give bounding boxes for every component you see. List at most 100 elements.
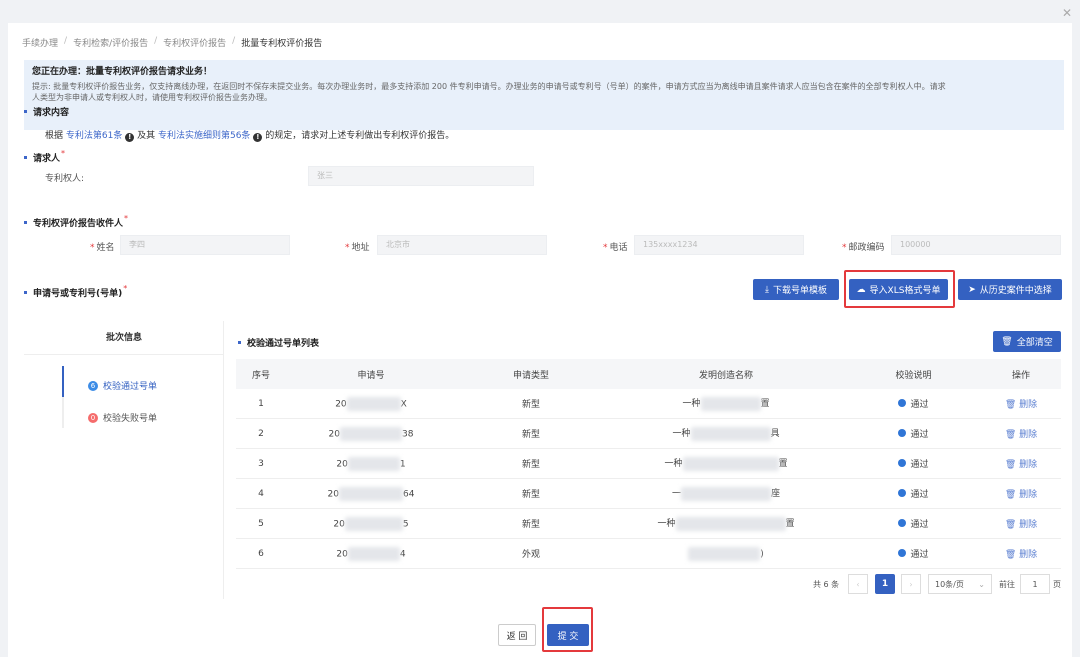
patentee-label: 专利权人:	[45, 174, 85, 184]
validation-status: 通过	[846, 517, 981, 531]
delete-button[interactable]: 🗑 删除	[981, 547, 1061, 560]
back-button[interactable]: 返 回	[498, 624, 536, 646]
request-content-text: 根据 专利法第61条 ! 及其 专利法实施细则第56条 ! 的规定，请求对上述专…	[45, 128, 454, 142]
section-request-content: 请求内容	[24, 105, 69, 118]
page-1-button[interactable]: 1	[875, 574, 895, 594]
highlight-box	[844, 270, 955, 308]
goto-label: 前往	[999, 580, 1015, 589]
failed-list-tab[interactable]: 0 校验失败号单	[88, 411, 157, 424]
passed-list-label: 校验通过号单	[103, 382, 158, 392]
validation-status: 通过	[846, 427, 981, 441]
trash-icon: 🗑	[1004, 520, 1017, 530]
status-dot-icon	[898, 549, 907, 558]
close-icon[interactable]: ✕	[1062, 6, 1072, 20]
column-header: 序号	[251, 370, 270, 381]
info-icon[interactable]: !	[125, 133, 135, 142]
next-page-button[interactable]: ›	[901, 574, 921, 594]
request-suffix: 的规定，请求对上述专利做出专利权评价报告。	[265, 131, 455, 141]
delete-button[interactable]: 🗑 删除	[981, 397, 1061, 410]
section-bullet	[238, 341, 241, 344]
row-index: 1	[258, 398, 264, 409]
status-dot-icon	[898, 489, 907, 498]
table-row: 2 20 38 新型 一种具通过 🗑 删除	[236, 419, 1061, 449]
delete-button[interactable]: 🗑 删除	[981, 427, 1061, 440]
table-title: 校验通过号单列表	[238, 336, 319, 349]
invention-name: )	[606, 546, 846, 561]
delete-button[interactable]: 🗑 删除	[981, 487, 1061, 500]
postcode-field[interactable]: 100000	[891, 235, 1061, 255]
notice-box: 您正在办理：批量专利权评价报告请求业务！ 提示: 批量专利权评价报告业务，仅支持…	[24, 60, 1064, 130]
breadcrumb-item[interactable]: 专利检索/评价报告	[73, 36, 148, 49]
batch-info-header: 批次信息	[24, 321, 224, 355]
section-bullet	[24, 156, 27, 159]
row-index: 5	[258, 518, 264, 529]
application-number: 20 X	[286, 396, 456, 411]
prev-page-button[interactable]: ‹	[848, 574, 868, 594]
redacted-block	[682, 456, 779, 471]
implementing-rules-56-link[interactable]: 专利法实施细则第56条	[158, 131, 250, 141]
application-number: 20 1	[286, 456, 456, 471]
application-type: 新型	[521, 520, 540, 530]
required-mark: *	[61, 149, 66, 158]
redacted-block	[681, 486, 771, 501]
delete-button[interactable]: 🗑 删除	[981, 457, 1061, 470]
total-count: 共 6 条	[813, 580, 840, 589]
name-field[interactable]: 李四	[120, 235, 290, 255]
invention-name: 一种具	[606, 426, 846, 441]
goto-page-input[interactable]: 1	[1020, 574, 1050, 594]
send-icon: ➤	[968, 284, 976, 295]
status-dot-icon	[898, 519, 907, 528]
application-type: 新型	[521, 460, 540, 470]
redacted-block	[347, 456, 400, 471]
validation-status: 通过	[846, 457, 981, 471]
postcode-label: * 邮政编码	[842, 243, 885, 253]
select-from-history-button[interactable]: ➤ 从历史案件中选择	[958, 279, 1062, 300]
redacted-block	[688, 546, 761, 561]
redacted-block	[347, 546, 400, 561]
row-index: 6	[258, 548, 264, 559]
page-size-select[interactable]: 10条/页 ⌄	[928, 574, 992, 594]
highlight-box	[542, 607, 593, 652]
section-title: 申请号或专利号(号单)	[33, 289, 123, 299]
name-label: * 姓名	[90, 243, 115, 253]
download-template-button[interactable]: ⤓ 下载号单模板	[753, 279, 839, 300]
required-mark: *	[123, 284, 128, 293]
address-field[interactable]: 北京市	[377, 235, 547, 255]
status-dot-icon	[898, 459, 907, 468]
redacted-block	[339, 486, 403, 501]
application-type: 新型	[521, 400, 540, 410]
clear-all-button[interactable]: 🗑 全部清空	[993, 331, 1061, 352]
download-icon: ⤓	[765, 284, 769, 295]
phone-field[interactable]: 135xxxx1234	[634, 235, 804, 255]
required-mark: *	[124, 214, 129, 223]
request-mid: 及其	[137, 131, 156, 141]
passed-list-tab[interactable]: 6 校验通过号单	[88, 379, 157, 392]
info-icon[interactable]: !	[253, 133, 263, 142]
batch-info-panel: 批次信息 6 校验通过号单 0 校验失败号单	[24, 321, 224, 599]
notice-title: 您正在办理：批量专利权评价报告请求业务！	[32, 67, 213, 77]
trash-icon: 🗑	[1004, 490, 1017, 500]
application-type: 新型	[521, 430, 540, 440]
delete-button[interactable]: 🗑 删除	[981, 517, 1061, 530]
section-title: 请求人	[33, 154, 61, 164]
table-row: 4 20 64 新型 一座通过 🗑 删除	[236, 479, 1061, 509]
column-header: 申请号	[357, 370, 385, 381]
patentee-field[interactable]: 张三	[308, 166, 534, 186]
breadcrumb-current: 批量专利权评价报告	[241, 39, 323, 49]
chevron-down-icon: ⌄	[978, 579, 985, 589]
breadcrumb-separator: /	[232, 36, 236, 46]
redacted-block	[346, 396, 401, 411]
breadcrumb: 手续办理 / 专利检索/评价报告 / 专利权评价报告 / 批量专利权评价报告	[22, 36, 322, 49]
passed-numbers-table: 序号 申请号 申请类型 发明创造名称 校验说明 操作 1 20 X 新型 一种置通过 🗑 …	[236, 359, 1061, 569]
batch-evaluation-report-page: 手续办理 / 专利检索/评价报告 / 专利权评价报告 / 批量专利权评价报告 您…	[8, 23, 1072, 657]
row-index: 3	[258, 458, 264, 469]
trash-icon: 🗑	[1004, 460, 1017, 470]
patent-law-61-link[interactable]: 专利法第61条	[66, 131, 122, 141]
table-row: 3 20 1 新型 一种置通过 🗑 删除	[236, 449, 1061, 479]
breadcrumb-item[interactable]: 手续办理	[22, 36, 58, 49]
column-header: 操作	[1011, 370, 1030, 381]
phone-label: * 电话	[603, 243, 628, 253]
application-type: 新型	[521, 490, 540, 500]
breadcrumb-item[interactable]: 专利权评价报告	[163, 36, 226, 49]
breadcrumb-separator: /	[64, 36, 68, 46]
